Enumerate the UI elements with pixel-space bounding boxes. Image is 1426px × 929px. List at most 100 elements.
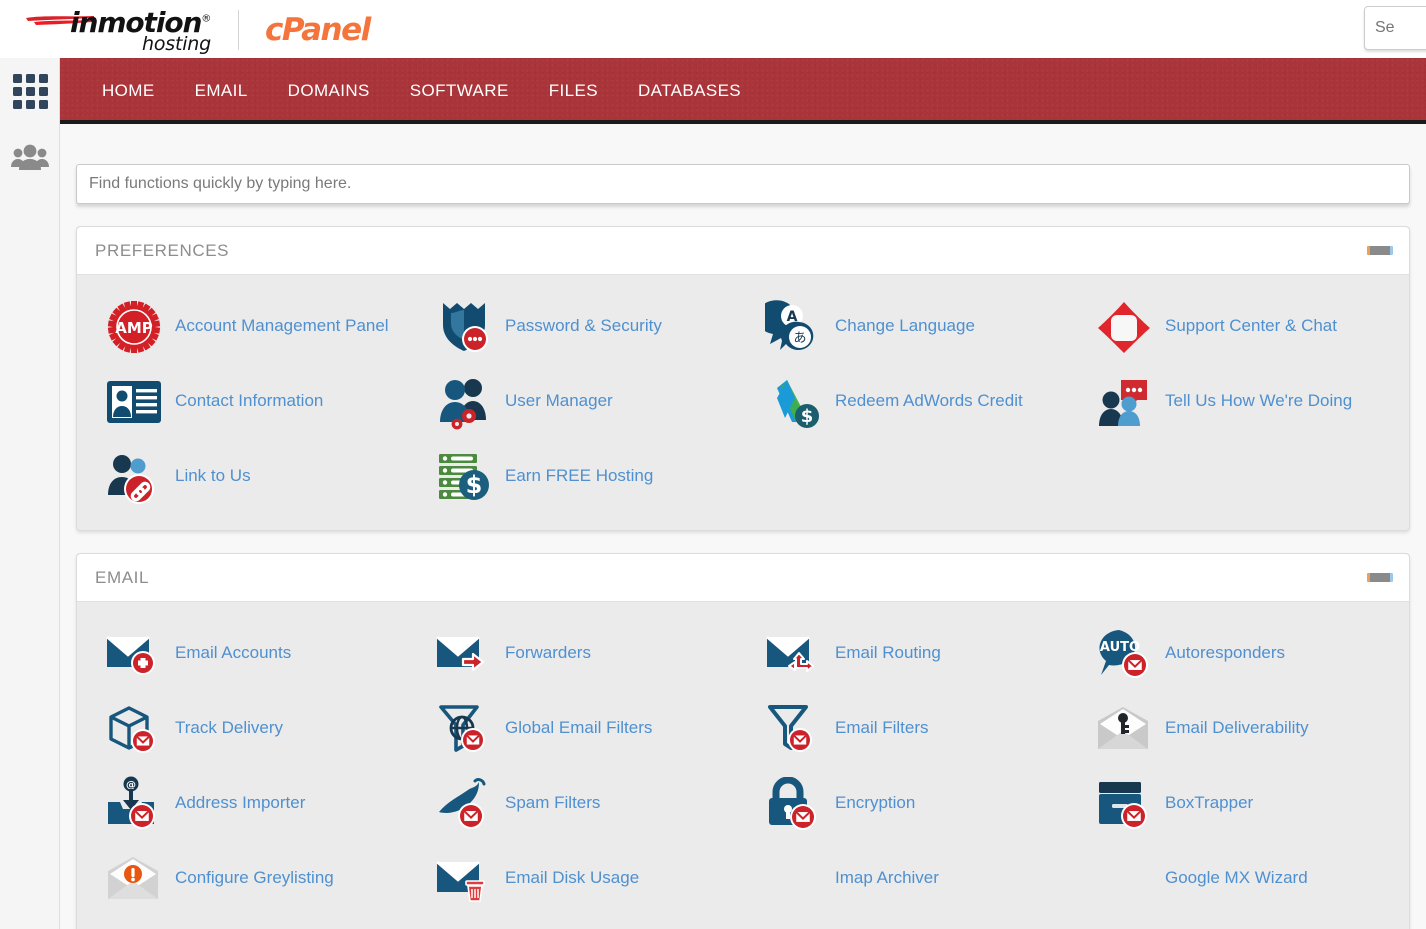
tile-contact-information[interactable]: Contact Information [83,364,413,439]
svg-text:$: $ [801,406,814,427]
tile-tell-us-how-we-re-doing[interactable]: Tell Us How We're Doing [1073,364,1403,439]
nav-items: HOME EMAIL DOMAINS SOFTWARE FILES DATABASES [60,58,1426,124]
tile-label: Imap Archiver [835,868,939,888]
tile-global-email-filters[interactable]: Global Email Filters [413,691,743,766]
svg-text:AMP: AMP [115,319,153,337]
section-title: PREFERENCES [95,240,230,260]
language-bubbles-icon: A あ [763,298,825,356]
main-navbar: HOME EMAIL DOMAINS SOFTWARE FILES DATABASES [60,58,1426,124]
tile-imap-archiver[interactable]: Imap Archiver [743,841,1073,916]
grid-icon [12,73,48,109]
tile-label: Spam Filters [505,793,601,813]
tile-label: Contact Information [175,391,324,411]
nav-item-files[interactable]: FILES [529,81,618,101]
tile-earn-free-hosting[interactable]: $ Earn FREE Hosting [413,439,743,514]
rail-item-users[interactable] [0,124,60,190]
tile-link-to-us[interactable]: Link to Us [83,439,413,514]
inmotion-hosting-logo[interactable]: inmotion® hosting [22,4,218,56]
adwords-dollar-icon: $ [763,373,825,431]
tile-email-filters[interactable]: Email Filters [743,691,1073,766]
funnel-envelope-icon [763,700,825,758]
hosting-wordmark: hosting [142,33,211,55]
svg-text:$: $ [466,471,483,499]
nav-item-home[interactable]: HOME [82,81,175,101]
tile-label: Autoresponders [1165,643,1286,663]
lock-envelope-icon [763,775,825,833]
tile-label: Email Accounts [175,643,292,663]
tile-email-accounts[interactable]: Email Accounts [83,616,413,691]
tile-label: Google MX Wizard [1165,868,1308,888]
content-area: PREFERENCES AMP Account Management Panel… [60,124,1426,929]
nav-item-email[interactable]: EMAIL [175,81,268,101]
tile-user-manager[interactable]: User Manager [413,364,743,439]
envelope-routing-icon [763,625,825,683]
tile-label: Redeem AdWords Credit [835,391,1023,411]
tile-email-disk-usage[interactable]: Email Disk Usage [413,841,743,916]
function-search-input[interactable] [76,164,1410,204]
section-header: PREFERENCES [77,227,1409,275]
tile-email-deliverability[interactable]: Email Deliverability [1073,691,1403,766]
tile-label: BoxTrapper [1165,793,1254,813]
cpanel-page: inmotion® hosting cPanel Se HOME EMAIL D… [0,0,1426,929]
id-card-icon [103,373,165,431]
section-card: PREFERENCES AMP Account Management Panel… [76,226,1410,531]
collapse-toggle-icon[interactable] [1367,246,1393,255]
support-diamond-icon [1093,298,1155,356]
tile-email-routing[interactable]: Email Routing [743,616,1073,691]
section-title: EMAIL [95,567,150,587]
nav-item-software[interactable]: SOFTWARE [390,81,529,101]
function-search-wrap [60,124,1426,204]
tile-label: Encryption [835,793,916,813]
tile-configure-greylisting[interactable]: Configure Greylisting [83,841,413,916]
brand-divider [238,10,239,50]
feedback-chat-icon [1093,373,1155,431]
tile-label: Password & Security [505,316,662,336]
user-link-icon [103,448,165,506]
tile-label: Forwarders [505,643,591,663]
tile-label: Tell Us How We're Doing [1165,391,1353,411]
rail-item-apps[interactable] [0,58,60,124]
tile-track-delivery[interactable]: Track Delivery [83,691,413,766]
section-header: EMAIL [77,554,1409,602]
envelope-trash-icon [433,850,495,908]
left-rail [0,58,60,929]
nav-item-databases[interactable]: DATABASES [618,81,761,101]
tile-support-center-chat[interactable]: Support Center & Chat [1073,289,1403,364]
funnel-globe-icon [433,700,495,758]
tile-label: Track Delivery [175,718,283,738]
spam-pepper-icon [433,775,495,833]
registered-mark: ® [201,13,211,25]
tile-label: Email Deliverability [1165,718,1309,738]
tile-forwarders[interactable]: Forwarders [413,616,743,691]
cpanel-logo[interactable]: cPanel [265,12,371,48]
global-search-input[interactable] [1365,7,1426,49]
envelope-plus-icon [103,625,165,683]
tile-redeem-adwords-credit[interactable]: $ Redeem AdWords Credit [743,364,1073,439]
global-search-box[interactable] [1364,6,1426,50]
amp-badge-icon: AMP [103,298,165,356]
masthead: inmotion® hosting cPanel [0,0,1426,58]
collapse-toggle-icon[interactable] [1367,573,1393,582]
tile-google-mx-wizard[interactable]: Google MX Wizard [1073,841,1403,916]
tile-spam-filters[interactable]: Spam Filters [413,766,743,841]
tile-address-importer[interactable]: @ Address Importer [83,766,413,841]
tile-label: User Manager [505,391,613,411]
envelope-alert-icon [103,850,165,908]
tile-autoresponders[interactable]: AUTO Autoresponders [1073,616,1403,691]
server-dollar-icon: $ [433,448,495,506]
tile-label: Email Disk Usage [505,868,640,888]
people-icon [11,144,49,170]
tile-change-language[interactable]: A あ Change Language [743,289,1073,364]
tile-label: Email Filters [835,718,929,738]
tile-password-security[interactable]: Password & Security [413,289,743,364]
tile-label: Configure Greylisting [175,868,334,888]
nav-item-domains[interactable]: DOMAINS [268,81,390,101]
box-envelope-icon [103,700,165,758]
tile-account-management-panel[interactable]: AMP Account Management Panel [83,289,413,364]
tile-boxtrapper[interactable]: BoxTrapper [1073,766,1403,841]
envelope-arrow-icon [433,625,495,683]
shield-password-icon [433,298,495,356]
tile-label: Email Routing [835,643,941,663]
tile-encryption[interactable]: Encryption [743,766,1073,841]
tile-label: Account Management Panel [175,316,389,336]
